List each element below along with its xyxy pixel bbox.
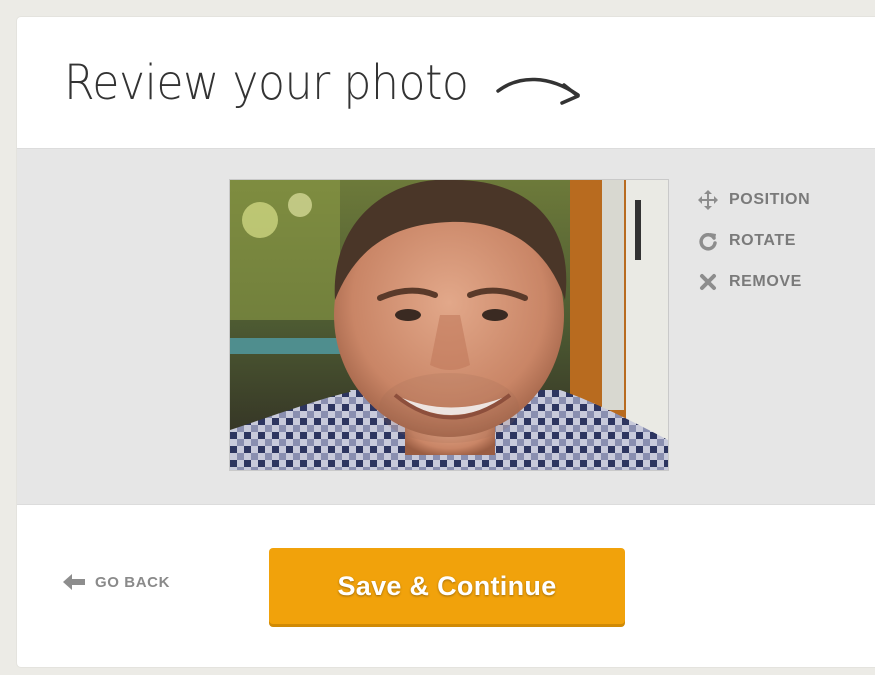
go-back-link[interactable]: GO BACK xyxy=(62,573,170,591)
remove-tool[interactable]: REMOVE xyxy=(697,261,810,302)
photo-review-card: Review your photo POSITION ROTATE REMOVE… xyxy=(17,17,875,667)
save-continue-button[interactable]: Save & Continue xyxy=(269,548,625,624)
header: Review your photo xyxy=(17,17,875,147)
rotate-icon xyxy=(697,230,719,252)
position-tool-label: POSITION xyxy=(729,190,811,208)
rotate-tool[interactable]: ROTATE xyxy=(697,220,810,261)
remove-tool-label: REMOVE xyxy=(729,272,802,290)
close-x-icon xyxy=(697,271,719,293)
photo-workspace: POSITION ROTATE REMOVE xyxy=(17,148,875,505)
footer: GO BACK Save & Continue xyxy=(17,504,875,667)
go-back-label: GO BACK xyxy=(95,573,171,591)
rotate-tool-label: ROTATE xyxy=(729,231,796,249)
arrow-left-icon xyxy=(63,574,85,590)
move-arrows-icon xyxy=(697,189,719,211)
photo-tools: POSITION ROTATE REMOVE xyxy=(697,179,810,302)
page-title: Review your photo xyxy=(64,55,469,111)
curved-arrow-right-icon xyxy=(496,77,580,105)
photo-illustration xyxy=(230,180,668,470)
position-tool[interactable]: POSITION xyxy=(697,179,810,220)
user-photo[interactable] xyxy=(229,179,669,471)
